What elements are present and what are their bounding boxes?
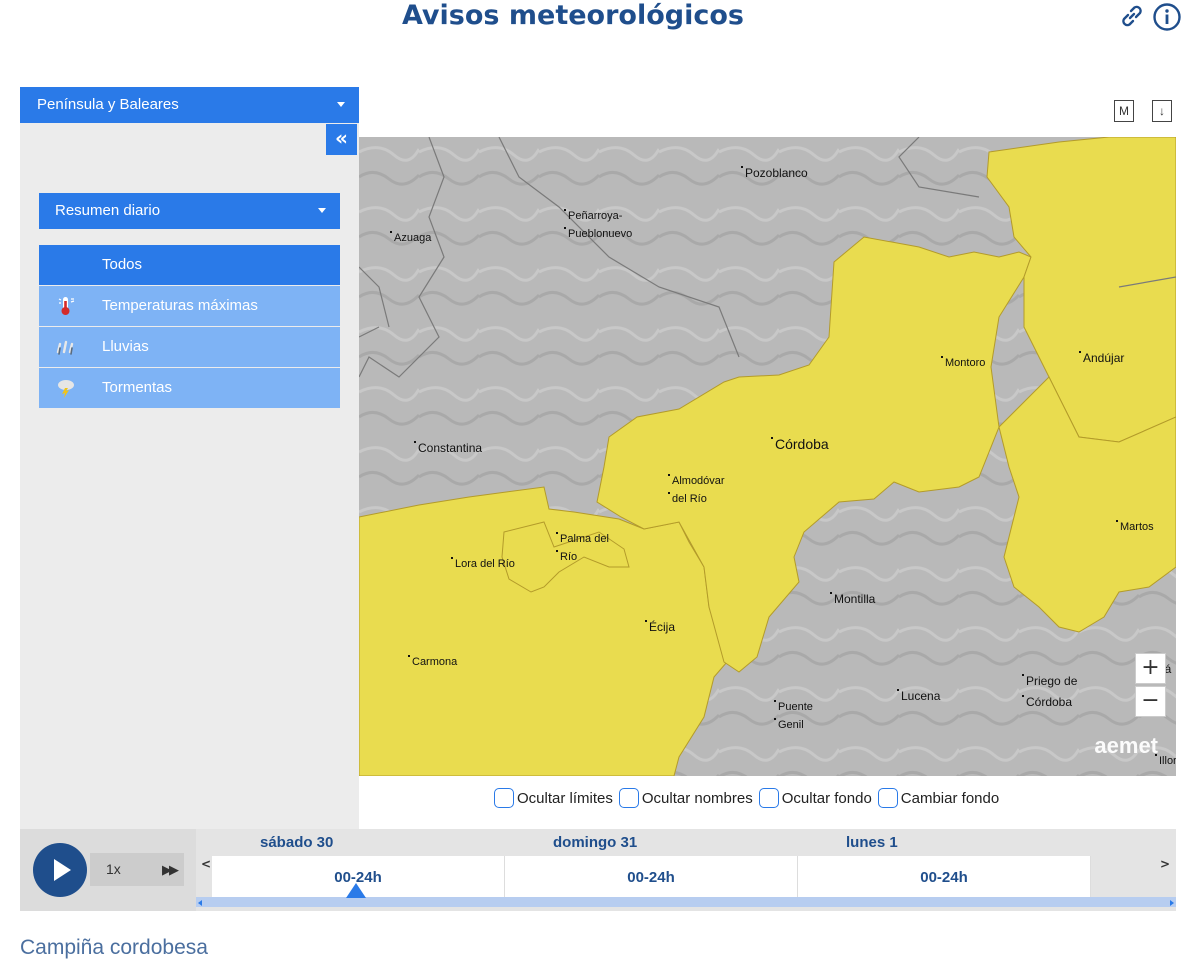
map-label: Carmona [407, 653, 457, 671]
map-label: Puente [774, 698, 813, 716]
day-name: lunes 1 [846, 834, 898, 851]
hide-background-option[interactable]: Ocultar fondo [758, 788, 872, 808]
map-label: Azuaga [389, 229, 431, 247]
hide-names-label: Ocultar nombres [641, 789, 753, 807]
hide-limits-label: Ocultar límites [517, 789, 613, 807]
scroll-right-icon[interactable] [1170, 900, 1174, 906]
map-label: Córdoba [771, 436, 829, 452]
map-label: Lora del Río [451, 555, 515, 573]
map-label: Palma del [556, 530, 609, 548]
hide-names-option[interactable]: Ocultar nombres [618, 788, 753, 808]
day-column[interactable]: domingo 31 00-24h [505, 829, 798, 897]
timeline-prev-button[interactable]: < [201, 857, 211, 871]
day-slot[interactable]: 00-24h [505, 856, 798, 897]
warnings-map[interactable]: Pozoblanco Peñarroya- Pueblonuevo Azuaga… [359, 137, 1176, 776]
download-button[interactable]: ↓ [1152, 100, 1172, 122]
info-icon[interactable] [1152, 2, 1182, 32]
hide-names-checkbox[interactable] [618, 788, 639, 808]
page-title: Avisos meteorológicos [402, 0, 744, 31]
region-select-label: Península y Baleares [37, 96, 179, 113]
mode-select-label: Resumen diario [55, 202, 161, 219]
phenomenon-storms[interactable]: Tormentas [39, 368, 340, 408]
phenomenon-rain[interactable]: Lluvias [39, 327, 340, 367]
day-column[interactable]: lunes 1 00-24h [798, 829, 1091, 897]
map-label: Río [555, 548, 577, 566]
timeline-marker[interactable] [346, 883, 366, 898]
phenomenon-label: Tormentas [102, 379, 173, 396]
timeline-scrollbar[interactable] [196, 897, 1176, 907]
playback-controls: 1x ▶▶ [20, 829, 196, 911]
caret-down-icon [337, 102, 345, 107]
top-icons [1118, 2, 1182, 32]
day-slot[interactable]: 00-24h [798, 856, 1091, 897]
link-icon[interactable] [1118, 2, 1146, 30]
speed-label: 1x [106, 861, 121, 877]
zoom-out-button[interactable]: − [1135, 686, 1166, 717]
timeline-next-button[interactable]: > [1160, 857, 1170, 871]
map-label: Constantina [413, 441, 483, 455]
map-label: Priego de [1021, 674, 1078, 688]
zoom-in-button[interactable]: + [1135, 653, 1166, 684]
day-name: sábado 30 [260, 834, 334, 851]
map-label: Peñarroya- [563, 207, 622, 225]
fast-forward-icon[interactable]: ▶▶ [162, 853, 179, 886]
map-label: Illor [1155, 752, 1176, 770]
phenomenon-all[interactable]: Todos [39, 245, 340, 285]
hide-background-label: Ocultar fondo [781, 789, 872, 807]
change-background-checkbox[interactable] [877, 788, 898, 808]
map-mode-button[interactable]: M [1114, 100, 1134, 122]
map-label: Lucena [896, 689, 941, 703]
left-panel: Península y Baleares « Resumen diario To… [20, 87, 359, 829]
storm-icon [58, 380, 74, 398]
scroll-left-icon[interactable] [198, 900, 202, 906]
day-selector: < sábado 30 00-24h domingo 31 00-24h lun… [196, 829, 1176, 911]
map-label: Montilla [829, 592, 876, 606]
map-label: Pozoblanco [741, 166, 808, 180]
phenomenon-max-temperature[interactable]: Temperaturas máximas [39, 286, 340, 326]
play-button[interactable] [33, 843, 87, 897]
map-tools: M ↓ [1114, 100, 1172, 122]
collapse-panel-button[interactable]: « [326, 124, 357, 155]
map-label: Écija [644, 620, 676, 634]
map-label: Almodóvar [668, 472, 725, 490]
timeline: 1x ▶▶ < sábado 30 00-24h domingo 31 00-2… [20, 829, 1176, 911]
phenomenon-label: Lluvias [102, 338, 149, 355]
hide-limits-option[interactable]: Ocultar límites [494, 788, 613, 808]
caret-down-icon [318, 208, 326, 213]
map-label: Pueblonuevo [563, 225, 632, 243]
change-background-option[interactable]: Cambiar fondo [877, 788, 1000, 808]
zoom-control: + − [1135, 653, 1166, 717]
map-label: del Río [668, 490, 707, 508]
map-options: Ocultar límites Ocultar nombres Ocultar … [494, 788, 999, 808]
rain-icon [56, 340, 74, 355]
speed-selector[interactable]: 1x ▶▶ [90, 853, 184, 886]
map-label: Genil [774, 716, 804, 734]
map-label: Andújar [1078, 351, 1125, 365]
hide-background-checkbox[interactable] [758, 788, 779, 808]
map-label: Montoro [940, 354, 985, 372]
thermometer-icon [58, 297, 75, 315]
map-label: Martos [1116, 518, 1154, 536]
phenomena-list: Todos Temperaturas máximas Lluvias Torme… [39, 245, 340, 409]
hide-limits-checkbox[interactable] [494, 788, 514, 808]
region-select[interactable]: Península y Baleares [20, 87, 359, 123]
zone-name: Campiña cordobesa [20, 936, 208, 959]
mode-select[interactable]: Resumen diario [39, 193, 340, 229]
phenomenon-label: Todos [102, 256, 143, 273]
aemet-logo: aemet [1094, 733, 1158, 758]
map-label: Córdoba [1021, 695, 1073, 709]
phenomenon-label: Temperaturas máximas [102, 297, 258, 314]
day-name: domingo 31 [553, 834, 638, 851]
change-background-label: Cambiar fondo [900, 789, 1000, 807]
